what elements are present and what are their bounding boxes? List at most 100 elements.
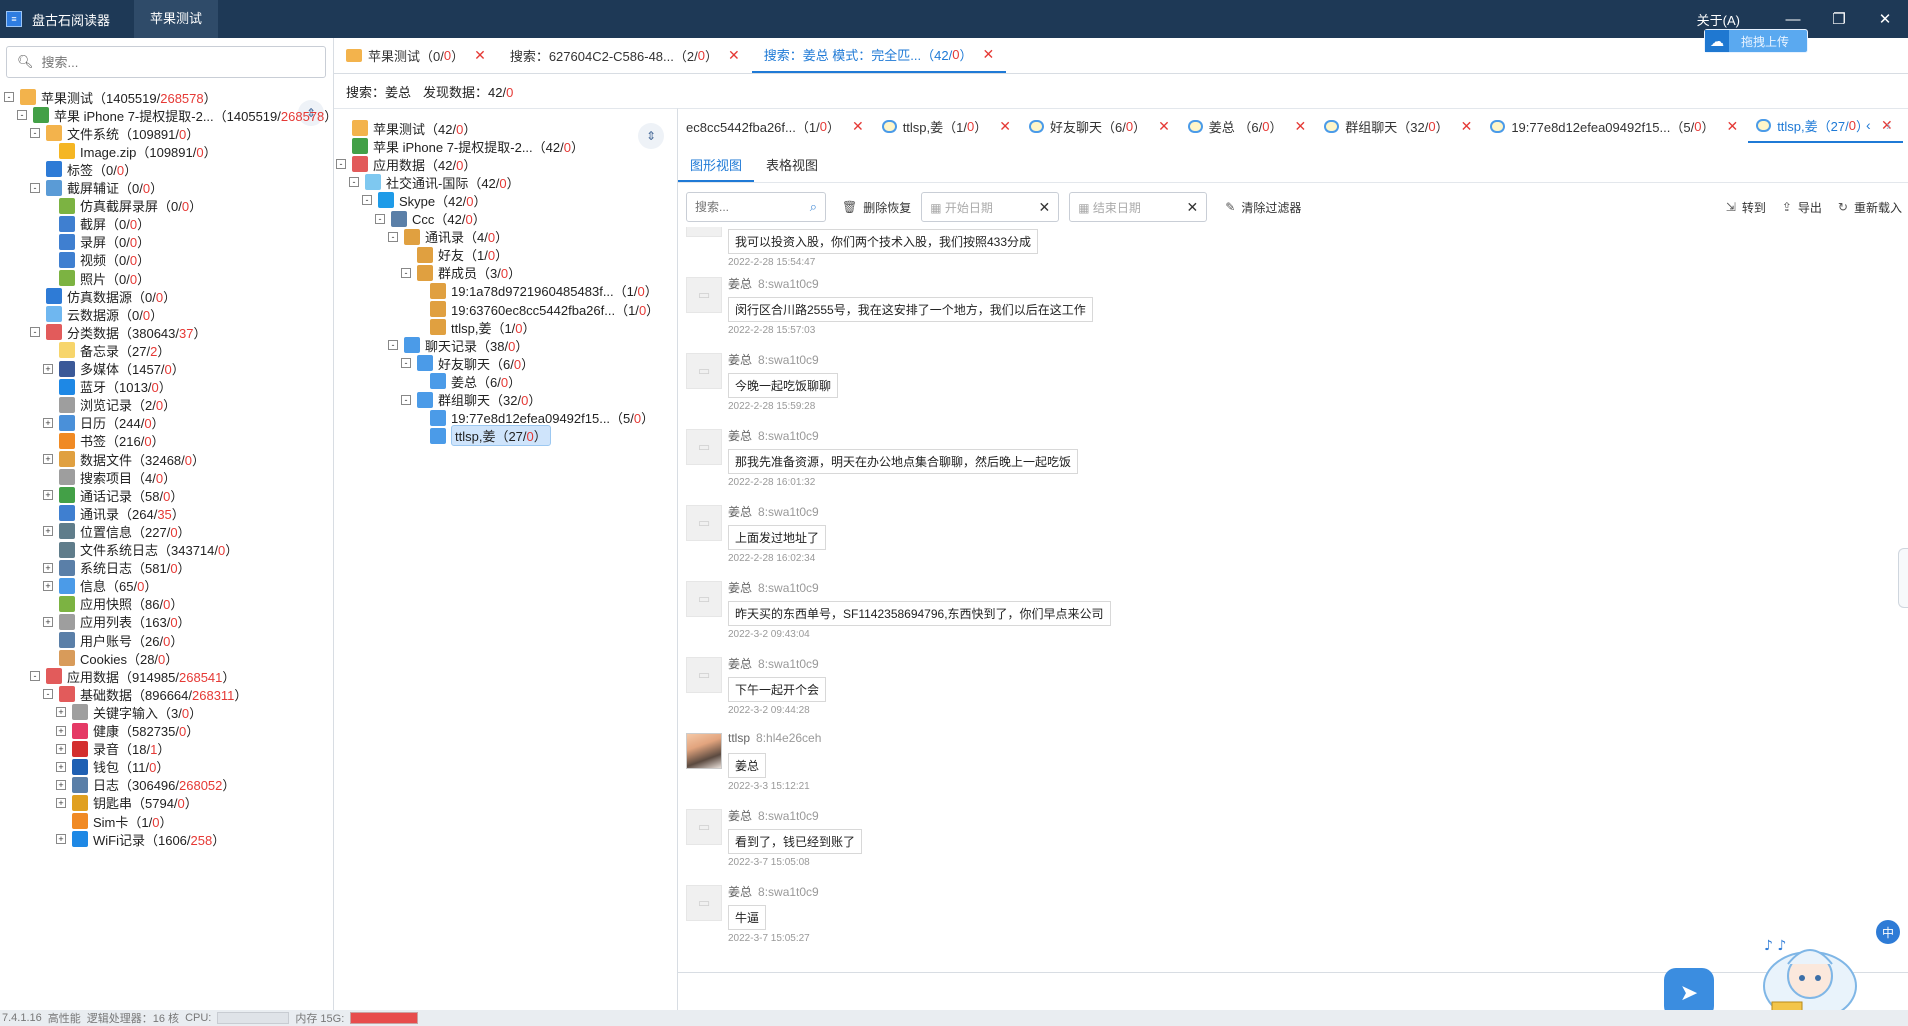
tree-node[interactable]: + WiFi记录（1606/258） [56, 828, 225, 850]
chat-message[interactable]: ▭ 姜总 8:swa1t0c9 下午一起开个会 2022-3-2 09:44:28 [686, 657, 1786, 727]
collapse-toggle-icon[interactable]: - [388, 340, 398, 351]
message-bubble[interactable]: 牛逼 [728, 905, 767, 930]
document-tab[interactable]: 搜索：姜总 模式：完全匹...（42/0） ✕ [751, 38, 1007, 73]
collapse-toggle-icon[interactable]: - [401, 394, 411, 405]
close-tab-icon[interactable]: ✕ [852, 118, 864, 135]
close-tab-icon[interactable]: ✕ [1726, 118, 1738, 135]
chat-message[interactable]: ▭ 我可以投资入股，你们两个技术入股，我们按照433分成 2022-2-28 15:… [686, 227, 1786, 268]
collapse-toggle-icon[interactable]: - [17, 110, 27, 121]
default-avatar-icon[interactable]: ▭ [686, 809, 722, 845]
default-avatar-icon[interactable]: ▭ [686, 429, 722, 465]
tab-graphic-view[interactable]: 图形视图 [678, 153, 755, 182]
end-date-field[interactable]: ▦ 结束日期 ✕ [1069, 192, 1208, 222]
avatar[interactable] [686, 733, 722, 769]
collapse-toggle-icon[interactable]: - [30, 128, 40, 139]
default-avatar-icon[interactable]: ▭ [686, 505, 722, 541]
export-button[interactable]: ⇪ 导出 [1782, 199, 1822, 216]
close-tab-icon[interactable]: ✕ [1461, 118, 1473, 135]
close-tab-icon[interactable]: ✕ [982, 46, 994, 63]
collapse-toggle-icon[interactable]: - [362, 195, 372, 206]
about-menu[interactable]: 关于(A) [1697, 10, 1740, 29]
chat-search-box[interactable]: ⌕ [686, 192, 826, 222]
message-bubble[interactable]: 那我先准备资源，明天在办公地点集合聊聊，然后晚上一起吃饭 [728, 449, 1079, 474]
expand-toggle-icon[interactable]: + [56, 797, 66, 808]
default-avatar-icon[interactable]: ▭ [686, 885, 722, 921]
chat-tab[interactable]: 群组聊天（32/0） ✕ [1316, 109, 1482, 143]
chat-message[interactable]: ▭ 姜总 8:swa1t0c9 牛逼 2022-3-7 15:05:27 [686, 885, 1786, 955]
expand-toggle-icon[interactable]: + [43, 616, 53, 627]
collapse-all-icon[interactable]: ⇕ [638, 123, 664, 149]
chevron-right-icon[interactable]: › [1886, 117, 1891, 133]
expand-toggle-icon[interactable]: + [56, 743, 66, 754]
chat-message[interactable]: ▭ 姜总 8:swa1t0c9 闵行区合川路2555号，我在这安排了一个地方，我们以后… [686, 277, 1786, 347]
expand-toggle-icon[interactable]: + [43, 363, 53, 374]
expand-toggle-icon[interactable]: + [56, 761, 66, 772]
tree-node[interactable]: ttlsp,姜（27/0） [414, 425, 551, 447]
chevron-left-icon[interactable]: ‹ [1866, 117, 1871, 133]
chat-tab[interactable]: 19:77e8d12efea09492f15...（5/0） ✕ [1482, 109, 1748, 143]
collapse-toggle-icon[interactable]: - [349, 177, 359, 188]
document-tab[interactable]: 搜索：627604C2-C586-48...（2/0） ✕ [498, 38, 752, 73]
clear-filter-button[interactable]: ✎ 清除过滤器 [1225, 199, 1301, 216]
chat-message-list[interactable]: ▭我可以投资入股，你们两个技术入股，我们按照433分成2022-2-28 15:… [678, 227, 1908, 1010]
collapse-toggle-icon[interactable]: - [401, 358, 411, 369]
message-bubble[interactable]: 下午一起开个会 [728, 677, 827, 702]
expand-toggle-icon[interactable]: + [43, 526, 53, 537]
default-avatar-icon[interactable]: ▭ [686, 277, 722, 313]
collapse-toggle-icon[interactable]: - [30, 671, 40, 682]
reload-button[interactable]: ↻ 重新载入 [1838, 199, 1902, 216]
message-bubble[interactable]: 姜总 [728, 753, 767, 778]
clear-start-date-icon[interactable]: ✕ [1039, 199, 1051, 216]
clear-end-date-icon[interactable]: ✕ [1187, 199, 1199, 216]
message-bubble[interactable]: 昨天买的东西单号，SF1142358694796,东西快到了，你们早点来公司 [728, 601, 1111, 626]
close-tab-icon[interactable]: ✕ [1295, 118, 1307, 135]
goto-button[interactable]: ⇲ 转到 [1726, 199, 1766, 216]
collapse-toggle-icon[interactable]: - [388, 231, 398, 242]
chat-tab[interactable]: 姜总 （6/0） ✕ [1180, 109, 1316, 143]
expand-toggle-icon[interactable]: + [43, 454, 53, 464]
menu-tab-case[interactable]: 苹果测试 [134, 0, 219, 38]
delete-restore-button[interactable]: 🗑︎ 删除恢复 [842, 199, 911, 216]
message-bubble[interactable]: 我可以投资入股，你们两个技术入股，我们按照433分成 [728, 229, 1039, 254]
close-icon[interactable]: ✕ [1862, 0, 1908, 38]
collapse-toggle-icon[interactable]: - [30, 327, 40, 338]
expand-toggle-icon[interactable]: + [43, 562, 53, 573]
close-tab-icon[interactable]: ✕ [1158, 118, 1170, 135]
side-drawer-handle[interactable] [1898, 548, 1908, 608]
expand-toggle-icon[interactable]: + [56, 779, 66, 790]
chat-message[interactable]: ▭ 姜总 8:swa1t0c9 那我先准备资源，明天在办公地点集合聊聊，然后晚上一起吃… [686, 429, 1786, 499]
chat-search-input[interactable] [695, 200, 795, 214]
message-bubble[interactable]: 看到了，钱已经到账了 [728, 829, 863, 854]
chat-message[interactable]: ▭ 姜总 8:swa1t0c9 昨天买的东西单号，SF1142358694796,东西… [686, 581, 1786, 651]
chat-message[interactable]: ▭ 姜总 8:swa1t0c9 今晚一起吃饭聊聊 2022-2-28 15:59:28 [686, 353, 1786, 423]
default-avatar-icon[interactable]: ▭ [686, 581, 722, 617]
collapse-toggle-icon[interactable]: - [30, 182, 40, 193]
chat-message[interactable]: ▭ 姜总 8:swa1t0c9 看到了，钱已经到账了 2022-3-7 15:05:08 [686, 809, 1786, 879]
restore-icon[interactable]: ❐ [1816, 0, 1862, 38]
collapse-toggle-icon[interactable]: - [375, 213, 385, 224]
collapse-toggle-icon[interactable]: - [4, 92, 14, 102]
left-search-box[interactable]: 🔍︎ [6, 46, 326, 78]
expand-toggle-icon[interactable]: + [43, 580, 53, 591]
expand-toggle-icon[interactable]: + [56, 834, 66, 845]
expand-toggle-icon[interactable]: + [43, 417, 53, 428]
left-search-input[interactable] [41, 54, 302, 70]
collapse-toggle-icon[interactable]: - [336, 159, 346, 170]
message-bubble[interactable]: 今晚一起吃饭聊聊 [728, 373, 839, 398]
tab-table-view[interactable]: 表格视图 [754, 153, 830, 182]
chat-tab[interactable]: ttlsp,姜（27/0） ✕ [1748, 109, 1903, 143]
message-bubble[interactable]: 上面发过地址了 [728, 525, 827, 550]
document-tab[interactable]: 苹果测试（0/0） ✕ [334, 38, 498, 73]
chat-tab[interactable]: 好友聊天（6/0） ✕ [1021, 109, 1180, 143]
expand-toggle-icon[interactable]: + [56, 725, 66, 736]
start-date-field[interactable]: ▦ 开始日期 ✕ [921, 192, 1060, 222]
message-bubble[interactable]: 闵行区合川路2555号，我在这安排了一个地方，我们以后在这工作 [728, 297, 1093, 322]
collapse-toggle-icon[interactable]: - [43, 689, 53, 700]
expand-toggle-icon[interactable]: + [43, 490, 53, 501]
default-avatar-icon[interactable]: ▭ [686, 227, 722, 237]
default-avatar-icon[interactable]: ▭ [686, 657, 722, 693]
default-avatar-icon[interactable]: ▭ [686, 353, 722, 389]
chat-message[interactable]: ▭ 姜总 8:swa1t0c9 上面发过地址了 2022-2-28 16:02:34 [686, 505, 1786, 575]
close-tab-icon[interactable]: ✕ [728, 47, 740, 64]
expand-toggle-icon[interactable]: + [56, 707, 66, 718]
